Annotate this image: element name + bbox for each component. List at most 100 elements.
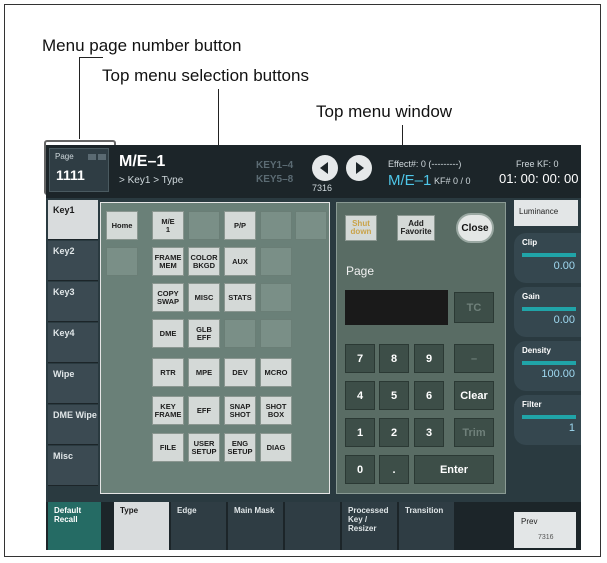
menu-button-aux[interactable]: AUX (224, 247, 256, 276)
menu-button-file[interactable]: FILE (152, 433, 184, 462)
menu-button-stats[interactable]: STATS (224, 283, 256, 312)
menu-button-mpe[interactable]: MPE (188, 358, 220, 387)
tab-key1[interactable]: Key1 (48, 200, 98, 240)
tab-wipe[interactable]: Wipe (48, 364, 98, 404)
me-title: M/E–1 (119, 153, 166, 170)
menu-button-key-frame[interactable]: KEY FRAME (152, 396, 184, 425)
menu-button-glb-eff[interactable]: GLB EFF (188, 319, 220, 348)
tab-type[interactable]: Type (114, 502, 170, 550)
chevron-left-icon (320, 162, 328, 174)
page-indicator (88, 154, 96, 160)
leader-line (79, 57, 103, 58)
key-5[interactable]: 5 (379, 381, 409, 410)
key-1[interactable]: 1 (345, 418, 375, 447)
key-dot[interactable]: . (379, 455, 409, 484)
menu-button-misc[interactable]: MISC (188, 283, 220, 312)
effect-number: Effect#: 0 (---------) (388, 159, 462, 169)
key-range-1-4[interactable]: KEY1–4 (256, 160, 293, 171)
knob-bar (522, 415, 576, 419)
knob-filter[interactable]: Filter 1 (514, 395, 581, 445)
menu-button-mcro[interactable]: MCRO (260, 358, 292, 387)
key-9[interactable]: 9 (414, 344, 444, 373)
nav-prev-button[interactable] (312, 155, 338, 181)
tab-key3[interactable]: Key3 (48, 282, 98, 322)
key-6[interactable]: 6 (414, 381, 444, 410)
nav-number: 7316 (312, 183, 333, 193)
key-4[interactable]: 4 (345, 381, 375, 410)
menu-button-rtr[interactable]: RTR (152, 358, 184, 387)
key-minus[interactable]: – (454, 344, 494, 373)
menu-button-empty (260, 319, 292, 348)
knob-value: 0.00 (553, 314, 575, 326)
menu-button-user-setup[interactable]: USER SETUP (188, 433, 220, 462)
callout-page-number-button: Menu page number button (42, 36, 242, 55)
tab-key4[interactable]: Key4 (48, 323, 98, 363)
free-kf: Free KF: 0 (516, 159, 559, 169)
key-8[interactable]: 8 (379, 344, 409, 373)
callout-top-menu-selection: Top menu selection buttons (102, 66, 309, 85)
trim-button[interactable]: Trim (454, 418, 494, 447)
knob-density[interactable]: Density 100.00 (514, 341, 581, 391)
effect-me: M/E–1 (388, 172, 432, 189)
tab-dme-wipe[interactable]: DME Wipe (48, 405, 98, 445)
close-button[interactable]: Close (456, 213, 494, 243)
menu-button-color-bkgd[interactable]: COLOR BKGD (188, 247, 220, 276)
prev-button[interactable]: Prev 7316 (514, 512, 576, 548)
menu-button-pp[interactable]: P/P (224, 211, 256, 240)
menu-button-eff[interactable]: EFF (188, 396, 220, 425)
knob-label: Density (522, 346, 551, 355)
page-label: Page (55, 152, 74, 161)
menu-button-diag[interactable]: DIAG (260, 433, 292, 462)
menu-button-frame-mem[interactable]: FRAME MEM (152, 247, 184, 276)
screen: Page 1111 M/E–1 > Key1 > Type KEY1–4 KEY… (46, 145, 581, 550)
menu-button-home[interactable]: Home (106, 211, 138, 240)
menu-button-shot-box[interactable]: SHOT BOX (260, 396, 292, 425)
page-number: 1111 (56, 167, 85, 183)
knob-clip[interactable]: Clip 0.00 (514, 233, 581, 283)
knob-bar (522, 361, 576, 365)
menu-button-me1[interactable]: M/E 1 (152, 211, 184, 240)
nav-next-button[interactable] (346, 155, 372, 181)
leader-line (79, 57, 80, 139)
key-0[interactable]: 0 (345, 455, 375, 484)
key-2[interactable]: 2 (379, 418, 409, 447)
tc-button[interactable]: TC (454, 292, 494, 323)
menu-button-empty (295, 211, 327, 240)
menu-button-dev[interactable]: DEV (224, 358, 256, 387)
key-3[interactable]: 3 (414, 418, 444, 447)
prev-label: Prev (521, 517, 538, 526)
page-number-button[interactable]: Page 1111 (49, 148, 109, 192)
top-menu-selection-panel: Home M/E 1 P/P FRAME MEM COLOR BKGD AUX … (100, 202, 330, 494)
default-recall-button[interactable]: Default Recall (48, 502, 102, 550)
menu-button-snap-shot[interactable]: SNAP SHOT (224, 396, 256, 425)
key-7[interactable]: 7 (345, 344, 375, 373)
tab-luminance[interactable]: Luminance (514, 200, 578, 226)
knob-label: Gain (522, 292, 540, 301)
callout-top-menu-window: Top menu window (316, 102, 453, 121)
tab-key2[interactable]: Key2 (48, 241, 98, 281)
menu-button-copy-swap[interactable]: COPY SWAP (152, 283, 184, 312)
knob-gain[interactable]: Gain 0.00 (514, 287, 581, 337)
menu-button-eng-setup[interactable]: ENG SETUP (224, 433, 256, 462)
tab-misc[interactable]: Misc (48, 446, 98, 486)
knob-value: 1 (568, 422, 575, 434)
clear-button[interactable]: Clear (454, 381, 494, 410)
tab-edge[interactable]: Edge (171, 502, 227, 550)
menu-button-empty (224, 319, 256, 348)
menu-button-dme[interactable]: DME (152, 319, 184, 348)
breadcrumb: > Key1 > Type (119, 175, 184, 186)
shutdown-button[interactable]: Shut down (345, 215, 377, 241)
enter-button[interactable]: Enter (414, 455, 494, 484)
menu-button-empty (106, 247, 138, 276)
add-favorite-button[interactable]: Add Favorite (397, 215, 435, 241)
keyframe-number: KF# 0 / 0 (434, 176, 471, 186)
page-input-display[interactable] (345, 290, 448, 325)
tab-main-mask[interactable]: Main Mask (228, 502, 284, 550)
top-menu-window: Shut down Add Favorite Close Page TC 7 8… (336, 202, 506, 494)
menu-button-empty (260, 247, 292, 276)
knob-label: Clip (522, 238, 538, 247)
tab-transition[interactable]: Transition (399, 502, 455, 550)
page-indicator (98, 154, 106, 160)
key-range-5-8[interactable]: KEY5–8 (256, 174, 293, 185)
tab-processed-key-resizer[interactable]: Processed Key / Resizer (342, 502, 398, 550)
